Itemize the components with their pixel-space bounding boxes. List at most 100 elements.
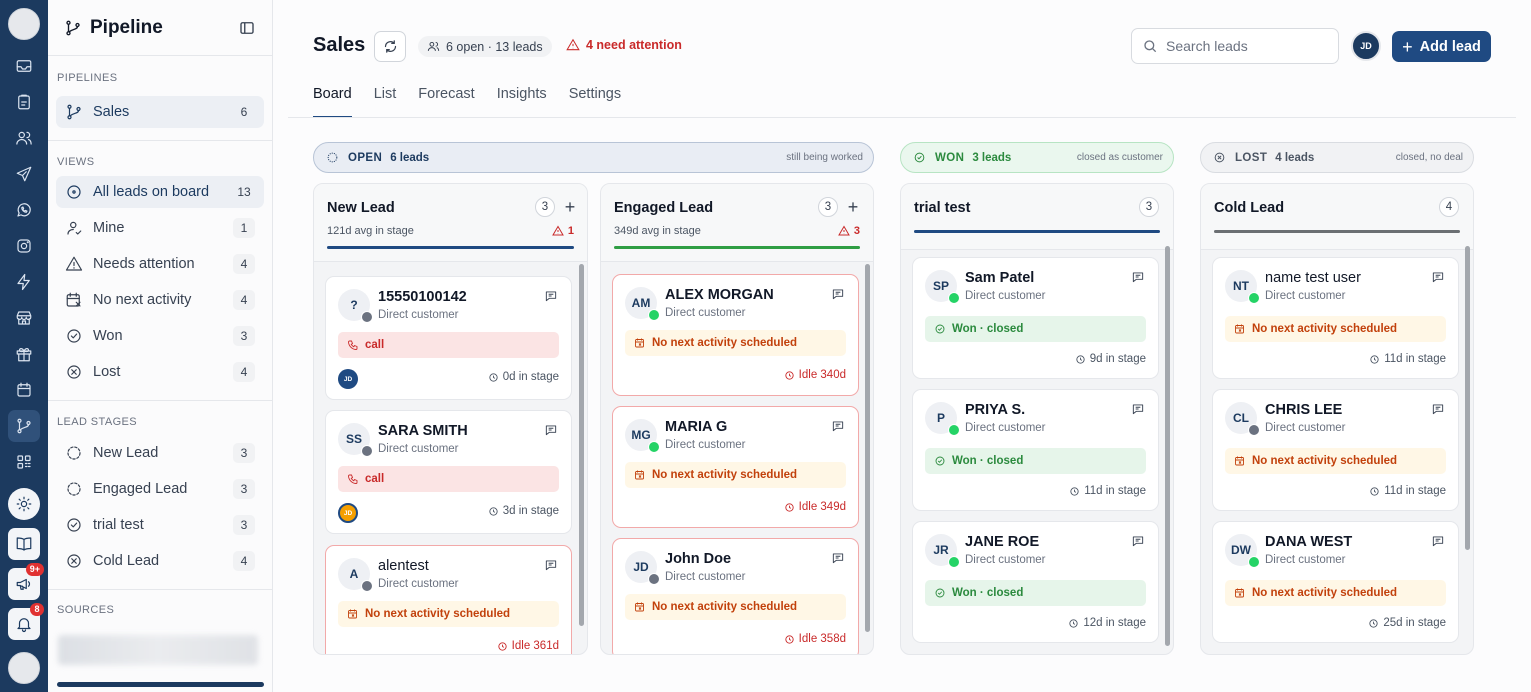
inbox-icon[interactable]: [8, 50, 40, 82]
search-box[interactable]: [1131, 28, 1339, 64]
message-icon[interactable]: [1131, 534, 1145, 548]
workspace-avatar[interactable]: [8, 8, 40, 40]
sidebar-item-sales[interactable]: Sales 6: [56, 96, 264, 128]
column-scrollbar[interactable]: [579, 264, 584, 626]
apps-grid-icon[interactable]: [8, 446, 40, 478]
lead-card[interactable]: JR JANE ROE Direct customer Won · closed…: [912, 521, 1159, 643]
lead-card[interactable]: DW DANA WEST Direct customer No next act…: [1212, 521, 1459, 643]
search-input[interactable]: [1166, 38, 1326, 54]
gift-icon[interactable]: [8, 338, 40, 370]
megaphone-icon[interactable]: 9+: [8, 563, 44, 600]
refresh-button[interactable]: [374, 31, 406, 62]
message-icon[interactable]: [1131, 270, 1145, 284]
activity-chip[interactable]: No next activity scheduled: [1225, 580, 1446, 606]
phone-icon: [348, 340, 358, 350]
send-icon[interactable]: [8, 158, 40, 190]
time-in-stage: 25d in stage: [1368, 617, 1446, 629]
activity-chip[interactable]: call: [338, 332, 559, 358]
channel-icon: [1248, 424, 1260, 436]
lead-card[interactable]: P PRIYA S. Direct customer Won · closed …: [912, 389, 1159, 511]
bell-icon[interactable]: 8: [8, 603, 44, 640]
sidebar-collapse-icon[interactable]: [238, 19, 256, 37]
add-card-button[interactable]: +: [561, 197, 579, 217]
sidebar-item-trial-test[interactable]: trial test 3: [56, 509, 264, 541]
activity-chip[interactable]: call: [338, 466, 559, 492]
group-open: OPEN 6 leads still being worked: [313, 142, 874, 173]
sidebar-header: Pipeline: [48, 0, 272, 56]
sidebar-item-cold-lead[interactable]: Cold Lead 4: [56, 545, 264, 577]
column-header: trial test 3: [901, 184, 1173, 250]
lead-card[interactable]: ? 15550100142 Direct customer call JD 0d…: [325, 276, 572, 400]
lead-card[interactable]: SP Sam Patel Direct customer Won · close…: [912, 257, 1159, 379]
message-icon[interactable]: [1431, 270, 1445, 284]
message-icon[interactable]: [544, 289, 558, 303]
message-icon[interactable]: [1431, 534, 1445, 548]
sidebar-item-lost[interactable]: Lost 4: [56, 356, 264, 388]
user-avatar[interactable]: [8, 652, 40, 684]
add-lead-button[interactable]: + Add lead: [1392, 31, 1491, 62]
add-card-button[interactable]: +: [844, 197, 862, 217]
activity-chip[interactable]: No next activity scheduled: [625, 594, 846, 620]
activity-chip[interactable]: No next activity scheduled: [625, 462, 846, 488]
sidebar-item-all-leads[interactable]: All leads on board 13: [56, 176, 264, 208]
activity-chip[interactable]: No next activity scheduled: [1225, 316, 1446, 342]
time-in-stage: 9d in stage: [1075, 353, 1146, 365]
tab-settings[interactable]: Settings: [569, 86, 621, 118]
check-circle-icon: [935, 456, 945, 466]
column-scrollbar[interactable]: [865, 264, 870, 632]
announcements-badge: 9+: [25, 563, 44, 576]
lead-type: Direct customer: [965, 554, 1046, 566]
lead-card[interactable]: MG MARIA G Direct customer No next activ…: [612, 406, 859, 528]
activity-chip[interactable]: No next activity scheduled: [338, 601, 559, 627]
sidebar-item-won[interactable]: Won 3: [56, 320, 264, 352]
lead-name: Sam Patel: [965, 270, 1035, 286]
column-scrollbar[interactable]: [1465, 246, 1470, 550]
sidebar-scroll-indicator[interactable]: [57, 682, 264, 687]
message-icon[interactable]: [831, 551, 845, 565]
avatar[interactable]: JD: [1351, 31, 1381, 61]
calendar-icon[interactable]: [8, 374, 40, 406]
activity-chip[interactable]: No next activity scheduled: [625, 330, 846, 356]
check-circle-icon: [65, 327, 83, 345]
contacts-icon[interactable]: [8, 122, 40, 154]
sidebar-item-needs-attention[interactable]: Needs attention 4: [56, 248, 264, 280]
sidebar-title: Pipeline: [90, 16, 163, 38]
column-header: New Lead 3 + 121d avg in stage 1: [314, 184, 587, 262]
tab-board[interactable]: Board: [313, 86, 352, 118]
instagram-icon[interactable]: [8, 230, 40, 262]
dashed-circle-icon: [65, 444, 83, 462]
clipboard-icon[interactable]: [8, 86, 40, 118]
theme-sun-icon[interactable]: [8, 488, 40, 520]
tab-forecast[interactable]: Forecast: [418, 86, 474, 118]
clock-icon: [785, 370, 794, 380]
book-icon[interactable]: [8, 528, 40, 560]
column-scrollbar[interactable]: [1165, 246, 1170, 646]
sidebar-item-mine[interactable]: Mine 1: [56, 212, 264, 244]
message-icon[interactable]: [831, 287, 845, 301]
message-icon[interactable]: [1431, 402, 1445, 416]
sidebar-item-new-lead[interactable]: New Lead 3: [56, 437, 264, 469]
whatsapp-icon[interactable]: [8, 194, 40, 226]
tab-list[interactable]: List: [374, 86, 397, 118]
lead-card[interactable]: AM ALEX MORGAN Direct customer No next a…: [612, 274, 859, 396]
page-title: Sales: [313, 34, 366, 56]
lead-card[interactable]: JD John Doe Direct customer No next acti…: [612, 538, 859, 654]
lead-card[interactable]: NT name test user Direct customer No nex…: [1212, 257, 1459, 379]
message-icon[interactable]: [1131, 402, 1145, 416]
lead-card[interactable]: CL CHRIS LEE Direct customer No next act…: [1212, 389, 1459, 511]
lead-card[interactable]: SS SARA SMITH Direct customer call JD 3d…: [325, 410, 572, 534]
message-icon[interactable]: [544, 558, 558, 572]
sidebar-item-count: 4: [233, 362, 255, 382]
sidebar-item-engaged-lead[interactable]: Engaged Lead 3: [56, 473, 264, 505]
tab-insights[interactable]: Insights: [497, 86, 547, 118]
store-icon[interactable]: [8, 302, 40, 334]
message-icon[interactable]: [544, 423, 558, 437]
activity-chip[interactable]: No next activity scheduled: [1225, 448, 1446, 474]
pipeline-icon[interactable]: [8, 410, 40, 442]
lightning-icon[interactable]: [8, 266, 40, 298]
attention-indicator[interactable]: 4 need attention: [566, 38, 682, 52]
sidebar-item-no-next-activity[interactable]: No next activity 4: [56, 284, 264, 316]
message-icon[interactable]: [831, 419, 845, 433]
lead-card[interactable]: A alentest Direct customer No next activ…: [325, 545, 572, 654]
status-chip: Won · closed: [925, 580, 1146, 606]
